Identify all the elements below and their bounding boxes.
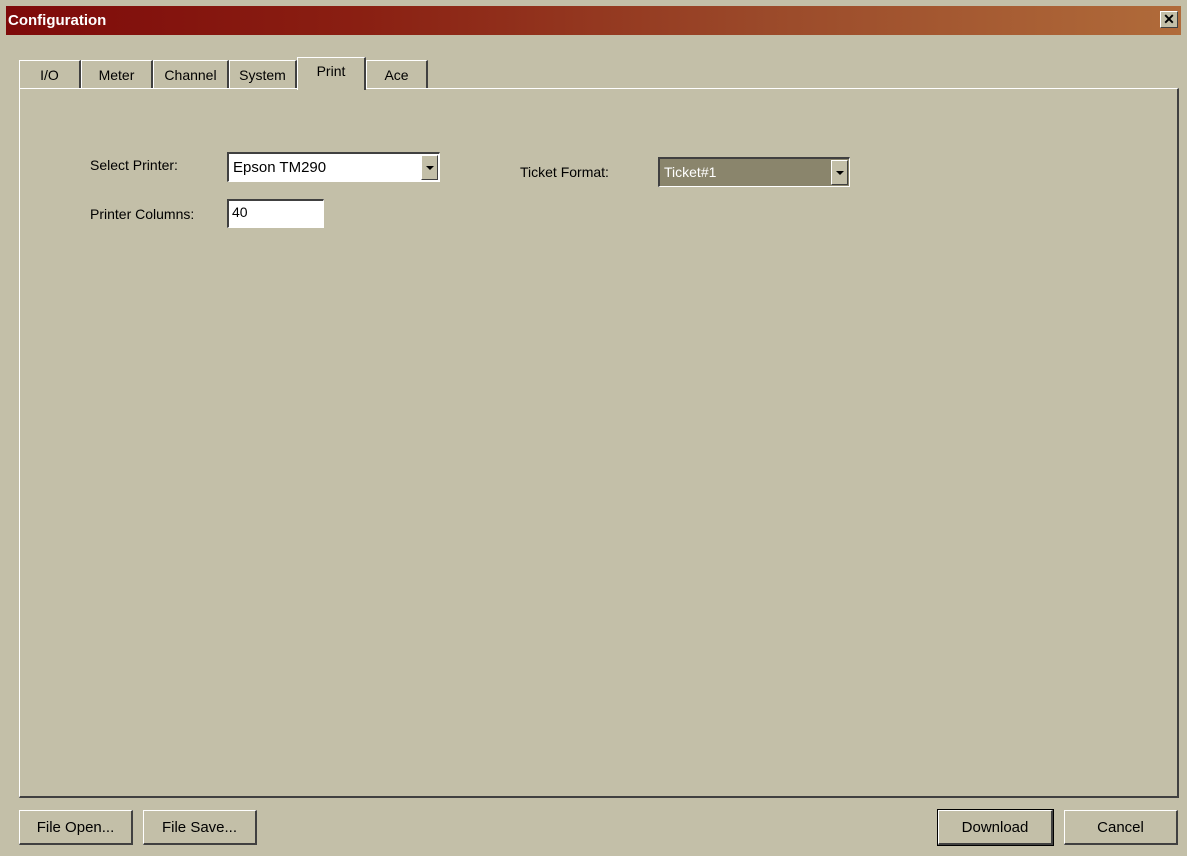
tab-system[interactable]: System (229, 60, 297, 89)
ticket-format-value: Ticket#1 (664, 164, 717, 180)
tab-print[interactable]: Print (297, 57, 366, 90)
tab-io-label: I/O (40, 67, 59, 83)
file-open-button[interactable]: File Open... (19, 810, 133, 845)
configuration-dialog: Configuration ✕ I/O Meter Channel System… (0, 0, 1187, 856)
printer-columns-label: Printer Columns: (90, 206, 195, 222)
tab-ace[interactable]: Ace (366, 60, 428, 89)
ticket-format-dropdown[interactable]: Ticket#1 (658, 157, 850, 187)
select-printer-value: Epson TM290 (233, 159, 327, 176)
tab-channel[interactable]: Channel (153, 60, 229, 89)
select-printer-label: Select Printer: (90, 157, 178, 173)
ticket-format-label: Ticket Format: (520, 164, 609, 180)
tab-system-label: System (239, 67, 286, 83)
close-button[interactable]: ✕ (1160, 11, 1178, 28)
close-icon: ✕ (1163, 11, 1175, 27)
tab-print-label: Print (316, 63, 346, 79)
title-bar[interactable]: Configuration ✕ (6, 6, 1181, 35)
file-save-button[interactable]: File Save... (143, 810, 257, 845)
tab-io[interactable]: I/O (19, 60, 81, 89)
ticket-format-dropdown-button[interactable] (831, 160, 848, 185)
tab-ace-label: Ace (384, 67, 409, 83)
chevron-down-icon (426, 166, 434, 170)
tab-meter[interactable]: Meter (81, 60, 153, 89)
select-printer-dropdown-button[interactable] (421, 155, 438, 180)
chevron-down-icon (836, 171, 844, 175)
cancel-button[interactable]: Cancel (1064, 810, 1178, 845)
select-printer-dropdown[interactable]: Epson TM290 (227, 152, 440, 182)
tab-channel-label: Channel (164, 67, 217, 83)
download-button[interactable]: Download (937, 809, 1054, 846)
print-settings-panel: Select Printer: Epson TM290 Printer Colu… (19, 88, 1179, 798)
window-title: Configuration (8, 12, 107, 29)
tab-meter-label: Meter (98, 67, 135, 83)
printer-columns-input[interactable]: 40 (227, 199, 324, 228)
